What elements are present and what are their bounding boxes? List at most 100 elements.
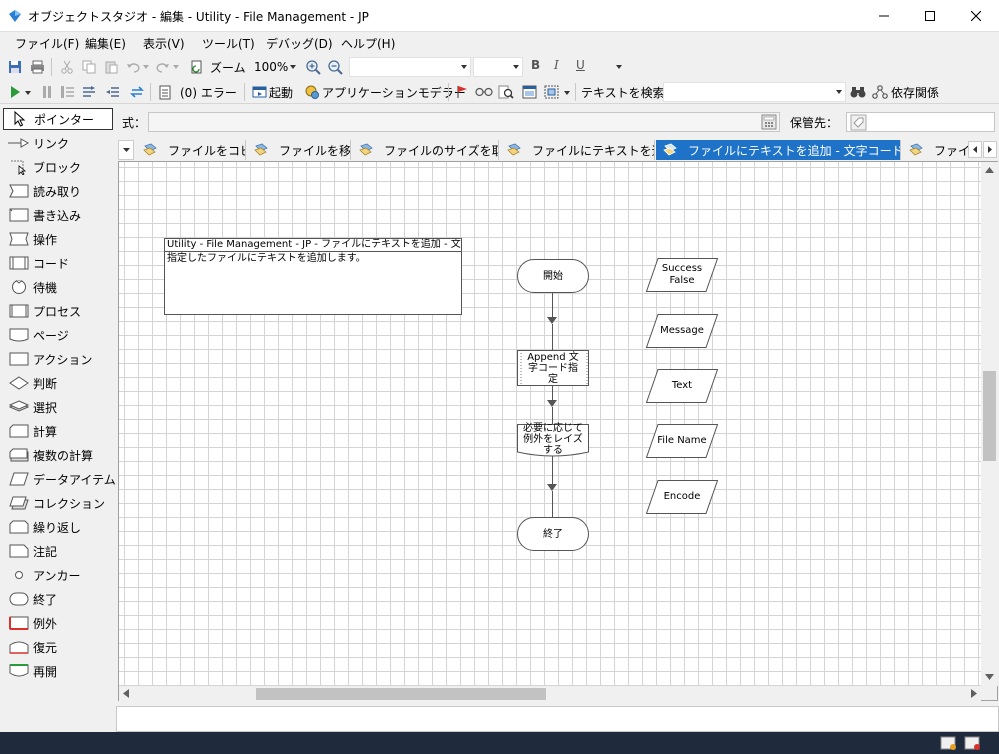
font-size-select[interactable] <box>473 57 523 77</box>
tool-resume[interactable]: 再開 <box>3 660 113 682</box>
menu-debug[interactable]: デバッグ(D) <box>266 35 333 52</box>
zoom-in-button[interactable] <box>304 58 322 76</box>
expression-input[interactable] <box>148 112 780 132</box>
zoom-out-button[interactable] <box>326 58 344 76</box>
tool-write[interactable]: 書き込み <box>3 204 113 226</box>
scroll-left-icon[interactable] <box>123 689 129 698</box>
watch-button[interactable] <box>474 83 494 101</box>
launch-button[interactable]: 起動 <box>269 84 293 101</box>
app-modeler-button[interactable]: アプリケーションモデラー <box>322 84 466 101</box>
scroll-up-icon[interactable] <box>985 167 994 173</box>
step-over-button[interactable] <box>80 83 98 101</box>
save-button[interactable] <box>6 58 24 76</box>
breakpoint-button[interactable] <box>454 83 470 101</box>
tool-multi-calculation[interactable]: 複数の計算 <box>3 444 113 466</box>
minimize-button[interactable] <box>861 0 907 32</box>
end-stage[interactable]: 終了 <box>517 517 589 551</box>
scroll-right-icon[interactable] <box>971 689 977 698</box>
tool-note[interactable]: 注記 <box>3 540 113 562</box>
undo-dropdown[interactable] <box>142 62 150 72</box>
tab-copy-file[interactable]: ファイルをコピー <box>136 140 246 160</box>
data-item-message[interactable]: Message <box>646 314 718 348</box>
tool-process[interactable]: プロセス <box>3 300 113 322</box>
menu-tools[interactable]: ツール(T) <box>202 35 255 52</box>
step-button[interactable] <box>59 83 77 101</box>
tray-app-icon[interactable] <box>940 735 957 751</box>
horizontal-scrollbar[interactable] <box>119 686 981 701</box>
data-item-text[interactable]: Text <box>646 369 718 403</box>
error-count[interactable]: (0) エラー <box>180 84 237 101</box>
run-button[interactable] <box>7 83 23 101</box>
bold-button[interactable]: B <box>531 58 540 72</box>
search-text-input[interactable] <box>663 82 846 102</box>
horizontal-scroll-thumb[interactable] <box>256 688 546 700</box>
pause-button[interactable] <box>39 83 55 101</box>
tab-append-text[interactable]: ファイルにテキストを追加 <box>500 140 655 160</box>
tool-decision[interactable]: 判断 <box>3 372 113 394</box>
properties-button[interactable] <box>520 83 538 101</box>
action-stage[interactable]: Append 文字コード指定 <box>517 350 589 386</box>
tab-list-dropdown[interactable] <box>118 140 134 160</box>
note-stage[interactable]: Utility - File Management - JP - ファイルにテキ… <box>164 238 462 315</box>
tab-get-file-size[interactable]: ファイルのサイズを取得 <box>352 140 499 160</box>
tab-scroll-right[interactable] <box>983 141 997 158</box>
vertical-scroll-thumb[interactable] <box>983 371 996 461</box>
tool-code[interactable]: コード <box>3 252 113 274</box>
launch-icon-wrap[interactable] <box>250 83 268 101</box>
error-list-button[interactable] <box>156 83 174 101</box>
underline-button[interactable]: U <box>576 58 585 72</box>
layout-button[interactable] <box>542 83 560 101</box>
tool-navigate[interactable]: 操作 <box>3 228 113 250</box>
print-button[interactable] <box>28 58 46 76</box>
tool-read[interactable]: 読み取り <box>3 180 113 202</box>
reset-button[interactable] <box>128 83 146 101</box>
refresh-page-button[interactable] <box>188 58 206 76</box>
dependencies-button[interactable]: 依存関係 <box>891 84 939 101</box>
run-dropdown[interactable] <box>23 88 33 98</box>
menu-edit[interactable]: 編集(E) <box>85 35 126 52</box>
cut-button[interactable] <box>58 58 76 76</box>
tool-calculation[interactable]: 計算 <box>3 420 113 442</box>
tool-page[interactable]: ページ <box>3 324 113 346</box>
maximize-button[interactable] <box>907 0 953 32</box>
tool-action[interactable]: アクション <box>3 348 113 370</box>
search-button[interactable] <box>849 83 867 101</box>
app-modeler-icon-wrap[interactable] <box>303 83 321 101</box>
store-in-field[interactable] <box>846 112 995 132</box>
undo-button[interactable] <box>124 58 142 76</box>
calculator-icon[interactable] <box>761 114 777 130</box>
scroll-down-icon[interactable] <box>985 674 994 680</box>
data-item-file-name[interactable]: File Name <box>646 424 718 458</box>
tool-data-item[interactable]: データアイテム <box>3 468 116 490</box>
layout-dropdown[interactable] <box>562 88 572 98</box>
close-button[interactable] <box>953 0 999 32</box>
tool-loop[interactable]: 繰り返し <box>3 516 113 538</box>
zoom-select[interactable]: 100% <box>250 57 300 77</box>
tab-scroll-left[interactable] <box>968 141 982 158</box>
font-family-select[interactable] <box>349 57 471 77</box>
vertical-scrollbar[interactable] <box>981 162 998 686</box>
tool-collection[interactable]: コレクション <box>3 492 113 514</box>
tab-file-more[interactable]: ファイル <box>902 140 968 160</box>
italic-button[interactable]: I <box>554 58 559 72</box>
data-item-success[interactable]: Success False <box>646 258 718 292</box>
redo-button[interactable] <box>154 58 172 76</box>
tool-block[interactable]: ブロック <box>3 156 113 178</box>
find-references-button[interactable] <box>497 83 515 101</box>
tool-end[interactable]: 終了 <box>3 588 113 610</box>
diagram-canvas[interactable]: Utility - File Management - JP - ファイルにテキ… <box>119 162 981 686</box>
tool-link[interactable]: リンク <box>3 132 113 154</box>
step-out-button[interactable] <box>104 83 122 101</box>
font-color-select[interactable] <box>594 57 626 77</box>
exception-page-stage[interactable]: 必要に応じて例外をレイズする <box>517 423 589 458</box>
start-stage[interactable]: 開始 <box>517 259 589 293</box>
tab-move-file[interactable]: ファイルを移動 <box>247 140 351 160</box>
tool-pointer[interactable]: ポインター <box>3 108 113 130</box>
redo-dropdown[interactable] <box>172 62 180 72</box>
tool-recover[interactable]: 復元 <box>3 636 113 658</box>
dependencies-icon-wrap[interactable] <box>871 83 889 101</box>
copy-button[interactable] <box>80 58 98 76</box>
tool-choice[interactable]: 選択 <box>3 396 113 418</box>
tab-append-text-encoding[interactable]: ファイルにテキストを追加 - 文字コード指定 <box>656 140 901 160</box>
tool-anchor[interactable]: アンカー <box>3 564 113 586</box>
